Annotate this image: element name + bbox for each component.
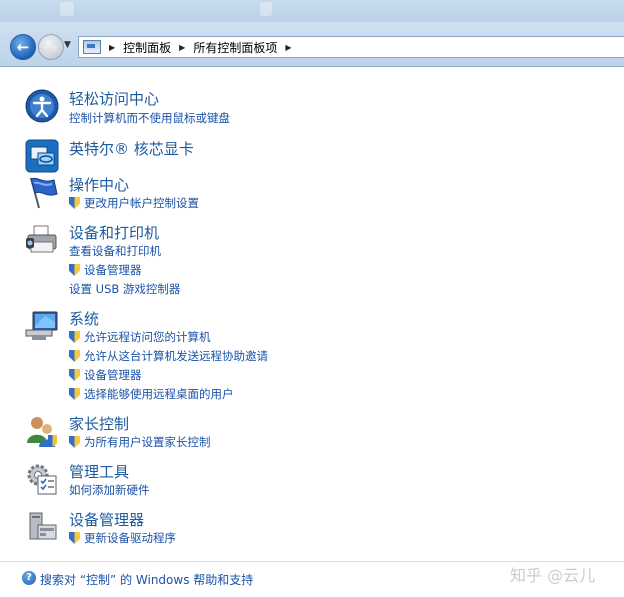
breadcrumb-separator-icon[interactable]: ▶ [179,43,185,52]
link-label[interactable]: 选择能够使用远程桌面的用户 [84,387,234,401]
item-title[interactable]: 操作中心 [69,174,129,195]
item-title[interactable]: 轻松访问中心 [69,88,159,109]
breadcrumb-separator-icon[interactable]: ▶ [109,43,115,52]
recent-pages-dropdown[interactable]: ▼ [64,40,71,50]
item-title[interactable]: 家长控制 [69,413,129,434]
link-label[interactable]: 设备管理器 [84,368,142,382]
help-search-link[interactable]: 搜索对 “控制” 的 Windows 帮助和支持 [40,571,253,588]
item-title[interactable]: 设备管理器 [69,509,144,530]
link-label[interactable]: 为所有用户设置家长控制 [84,435,211,449]
back-arrow-icon: ← [16,38,30,56]
parental-controls-icon[interactable] [24,413,60,449]
item-link[interactable]: 更新设备驱动程序 [69,530,176,546]
item-link[interactable]: 更改用户帐户控制设置 [69,195,199,211]
uac-shield-icon [69,532,80,544]
uac-shield-icon [69,350,80,362]
breadcrumb-all-items[interactable]: 所有控制面板项 [193,39,277,56]
device-manager-icon[interactable] [24,509,60,545]
title-strip-element [60,2,74,16]
system-computer-icon[interactable] [24,308,60,344]
link-label[interactable]: 控制计算机而不使用鼠标或键盘 [69,111,230,125]
window-title-strip [0,0,624,22]
item-link[interactable]: 如何添加新硬件 [69,482,150,498]
uac-shield-icon [69,197,80,209]
link-label[interactable]: 如何添加新硬件 [69,483,150,497]
back-button[interactable]: ← [10,34,36,60]
intel-graphics-icon[interactable] [24,138,60,174]
item-title[interactable]: 管理工具 [69,461,129,482]
help-footer: ? 搜索对 “控制” 的 Windows 帮助和支持 知乎 @云儿 [0,561,624,597]
uac-shield-icon [69,436,80,448]
item-link[interactable]: 选择能够使用远程桌面的用户 [69,386,234,402]
forward-arrow-icon: → [44,38,58,56]
uac-shield-icon [69,264,80,276]
item-link[interactable]: 查看设备和打印机 [69,243,161,259]
item-title[interactable]: 英特尔® 核芯显卡 [69,138,194,159]
item-link[interactable]: 允许远程访问您的计算机 [69,329,211,345]
item-title[interactable]: 系统 [69,308,99,329]
printer-icon[interactable] [24,222,60,258]
link-label[interactable]: 设备管理器 [84,263,142,277]
link-label[interactable]: 允许远程访问您的计算机 [84,330,211,344]
item-link[interactable]: 设备管理器 [69,367,142,383]
address-bar[interactable]: ▶ 控制面板 ▶ 所有控制面板项 ▶ [78,36,624,58]
link-label[interactable]: 允许从这台计算机发送远程协助邀请 [84,349,268,363]
link-label[interactable]: 更新设备驱动程序 [84,531,176,545]
uac-shield-icon [69,369,80,381]
item-link[interactable]: 设备管理器 [69,262,142,278]
action-center-flag-icon[interactable] [24,174,60,210]
item-title[interactable]: 设备和打印机 [69,222,159,243]
watermark: 知乎 @云儿 [510,566,596,585]
breadcrumb-separator-icon[interactable]: ▶ [285,43,291,52]
ease-of-access-icon[interactable] [24,88,60,124]
forward-button[interactable]: → [38,34,64,60]
link-label[interactable]: 设置 USB 游戏控制器 [69,282,180,296]
uac-shield-icon [69,331,80,343]
control-panel-icon [83,40,101,54]
title-strip-element [260,2,272,16]
item-link[interactable]: 为所有用户设置家长控制 [69,434,211,450]
link-label[interactable]: 更改用户帐户控制设置 [84,196,199,210]
item-link[interactable]: 设置 USB 游戏控制器 [69,281,180,297]
uac-shield-icon [69,388,80,400]
item-link[interactable]: 允许从这台计算机发送远程协助邀请 [69,348,268,364]
admin-tools-icon[interactable] [24,461,60,497]
breadcrumb-control-panel[interactable]: 控制面板 [123,39,171,56]
navigation-bar: ← → ▼ ▶ 控制面板 ▶ 所有控制面板项 ▶ [0,22,624,67]
link-label[interactable]: 查看设备和打印机 [69,244,161,258]
help-question-icon: ? [22,571,36,585]
control-panel-items: 轻松访问中心 控制计算机而不使用鼠标或键盘 英特尔® 核芯显卡 操作中心 更改用… [0,67,624,561]
item-link[interactable]: 控制计算机而不使用鼠标或键盘 [69,110,230,126]
